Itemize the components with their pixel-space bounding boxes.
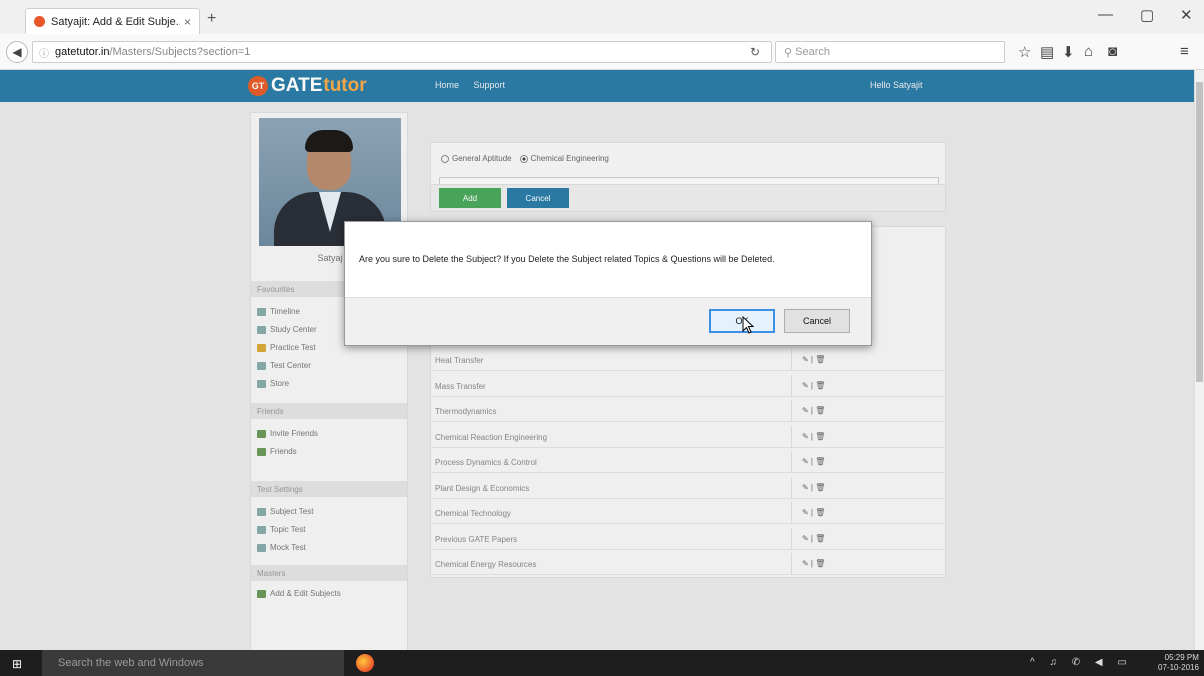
taskbar-clock[interactable]: 05:29 PM 07-10-2016 xyxy=(1158,653,1199,673)
windows-taskbar: ⊞ Search the web and Windows ^ ♫ ✆ ◀ ▭ 0… xyxy=(0,650,1204,676)
web-page: GT GATE tutor Home Support Hello Satyaji… xyxy=(0,70,1204,650)
taskbar-search-input[interactable]: Search the web and Windows xyxy=(42,650,344,676)
close-window-icon[interactable]: ✕ xyxy=(1180,6,1193,24)
clock-date: 07-10-2016 xyxy=(1158,663,1199,672)
browser-search-input[interactable]: ⚲ Search xyxy=(775,41,1005,63)
site-favicon-icon xyxy=(34,16,45,27)
maximize-icon[interactable]: ▢ xyxy=(1140,6,1154,24)
menu-icon[interactable]: ≡ xyxy=(1180,43,1189,60)
url-path: /Masters/Subjects?section=1 xyxy=(109,46,251,58)
dialog-message: Are you sure to Delete the Subject? If y… xyxy=(359,254,775,264)
browser-navbar: ◀ ⓘ gatetutor.in /Masters/Subjects?secti… xyxy=(0,34,1204,70)
browser-search-placeholder: Search xyxy=(795,46,830,58)
windows-start-icon[interactable]: ⊞ xyxy=(12,657,22,671)
delete-confirm-dialog: Are you sure to Delete the Subject? If y… xyxy=(344,221,872,346)
pocket-icon[interactable]: ◙ xyxy=(1108,43,1117,60)
system-tray-icons[interactable]: ^ ♫ ✆ ◀ ▭ xyxy=(1030,657,1133,668)
search-icon: ⚲ xyxy=(784,46,796,59)
modal-overlay xyxy=(0,70,1194,650)
reading-list-icon[interactable]: ▤ xyxy=(1040,43,1054,61)
scroll-thumb[interactable] xyxy=(1196,82,1203,382)
firefox-icon[interactable] xyxy=(356,654,374,672)
site-info-icon[interactable]: ⓘ xyxy=(39,45,49,60)
new-tab-icon[interactable]: + xyxy=(207,10,216,28)
tab-close-icon[interactable]: × xyxy=(184,15,191,29)
download-icon[interactable]: ⬇ xyxy=(1062,43,1075,61)
url-host: gatetutor.in xyxy=(55,46,110,58)
address-bar[interactable]: ⓘ gatetutor.in /Masters/Subjects?section… xyxy=(32,41,772,63)
clock-time: 05:29 PM xyxy=(1164,653,1199,662)
browser-tabbar: Satyajit: Add & Edit Subje... × + — ▢ ✕ xyxy=(0,0,1204,34)
cancel-button[interactable]: Cancel xyxy=(784,309,850,333)
mouse-cursor-icon xyxy=(742,316,754,334)
bookmark-star-icon[interactable]: ☆ xyxy=(1018,43,1031,61)
browser-tab[interactable]: Satyajit: Add & Edit Subje... × xyxy=(25,8,200,34)
minimize-icon[interactable]: — xyxy=(1098,6,1113,23)
back-arrow-icon[interactable]: ◀ xyxy=(6,41,28,63)
page-scrollbar[interactable] xyxy=(1194,70,1204,650)
tab-title: Satyajit: Add & Edit Subje... xyxy=(51,15,180,28)
home-icon[interactable]: ⌂ xyxy=(1084,43,1093,60)
reload-icon[interactable]: ↻ xyxy=(750,45,760,59)
dialog-footer: OK Cancel xyxy=(345,297,871,345)
